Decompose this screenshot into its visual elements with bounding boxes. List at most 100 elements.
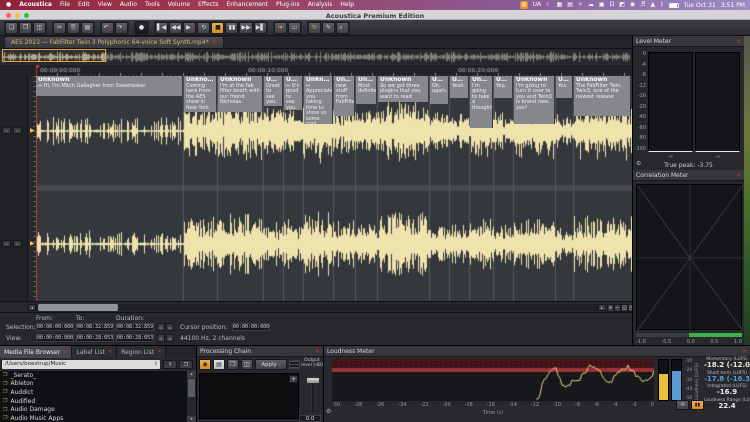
loudness-reset-button[interactable]: ⟲ [676,400,689,410]
go-to-end-button[interactable]: ▶▌ [254,22,267,34]
chain-open-button[interactable]: ❒ [227,359,239,370]
channel2-insert-marker[interactable]: ▶ [30,241,35,247]
view-snap-button[interactable]: ◇ [157,334,165,342]
apple-menu-icon[interactable]: ● [6,0,11,10]
transcript-segment[interactable]: UnknownYep. [494,76,513,98]
apply-button[interactable]: Apply ▾ [255,359,287,370]
file-scroll-thumb[interactable] [188,379,195,397]
menu-tools[interactable]: Tools [145,0,160,10]
transcript-segment[interactable]: UnknownComing here from the AES show in … [184,76,217,112]
selection-snap-button[interactable]: ◇ [157,323,165,331]
file-list-item[interactable]: ❐Auddict [0,388,187,397]
zoom-tool-button[interactable]: ⌕▾ [336,22,349,34]
browse-folder-button[interactable]: ❒ [179,360,193,369]
volume-icon[interactable]: ♬ [640,1,645,9]
stop-button[interactable]: ■ [211,22,224,34]
color-app-icon[interactable]: ◩ [619,1,625,9]
close-tab-icon[interactable]: ✕ [212,39,217,46]
scroll-right-button[interactable]: ▸ [598,304,606,311]
rewind-button[interactable]: ◀◀ [169,22,182,34]
view-from-field[interactable]: 00:00:00:000 [36,334,74,342]
tab-label-list[interactable]: Label List✕ [72,346,117,358]
document-tab[interactable]: AES 2023 — FabFilter Twin 3 Polyphonic 6… [4,36,224,48]
selection-to-field[interactable]: 00:08:32:859 [76,323,114,331]
chain-new-button[interactable]: ▤ [213,359,225,370]
transcript-segment[interactable]: UnknownOh, again. [430,76,449,104]
file-scroll-down-button[interactable]: ▾ [187,416,196,422]
output-level-slider-handle[interactable] [306,377,320,384]
menu-effects[interactable]: Effects [198,0,218,10]
paste-button[interactable]: ▤ [81,22,94,34]
loop-toggle-button[interactable]: ↻ [308,22,321,34]
menu-acoustica[interactable]: Acoustica [19,0,52,10]
transcript-segment[interactable]: Unknown↦ Hi, I'm Mitch Gallagher from Sw… [36,76,183,96]
zoom-in-button[interactable]: + [607,304,614,312]
view-duration-field[interactable]: 00:00:28:653 [116,334,154,342]
add-effect-button[interactable]: + [289,375,298,383]
go-to-start-button[interactable]: ▌◀ [155,22,168,34]
chain-slots-area[interactable] [199,373,299,419]
cut-button[interactable]: ✂ [53,22,66,34]
file-list-item[interactable]: ❐Audio Music Apps [0,414,187,422]
forward-button[interactable]: ▶▶ [239,22,252,34]
new-file-button[interactable]: ❏ [5,22,18,34]
meet-app-icon[interactable]: ◉ [630,1,635,9]
save-button[interactable]: ◫ [33,22,46,34]
tab-media-file-browser[interactable]: Media File Browser✕ [0,346,72,358]
file-list-item[interactable]: ❐_Serato_ [0,371,187,380]
record-button[interactable]: ● [135,22,148,34]
selection-duration-field[interactable]: 00:08:32:859 [116,323,154,331]
transcript-segment[interactable]: UnknownI'm at the fab filter booth with … [218,76,263,112]
pause-button[interactable]: ▮▮ [225,22,238,34]
close-processing-chain-icon[interactable]: ✕ [315,346,320,357]
draw-tool-button[interactable]: ✎ [322,22,335,34]
close-loudness-meter-icon[interactable]: ✕ [742,346,747,357]
selection-from-field[interactable]: 00:00:00:000 [36,323,74,331]
transcript-segment[interactable]: UnknownYes. [556,76,573,98]
menu-analysis[interactable]: Analysis [308,0,333,10]
transcript-segment[interactable]: UnknownI'm going to take a thought. [470,76,493,128]
transcript-segment[interactable]: Unknown↦ Appreciate you taking time to s… [304,76,333,124]
channel1-solo-button[interactable]: ▫ [13,127,22,134]
display-mode-button[interactable]: ▭ [288,22,301,34]
bluetooth-icon[interactable]: ᛒ [660,1,664,9]
apply-dropdown-icon[interactable]: ▾ [279,362,281,367]
transcript-segment[interactable]: Unknown↦ It's good to see you. [284,76,303,110]
close-tab-icon[interactable]: ✕ [108,349,112,355]
moon-icon[interactable]: ☾ [546,1,551,9]
menu-file[interactable]: File [60,0,70,10]
menu-view[interactable]: View [98,0,112,10]
play-button[interactable]: ▶▾ [183,22,196,34]
eject-icon[interactable]: ▲ [651,1,656,9]
file-list-item[interactable]: ❐Audified [0,397,187,406]
scrollbar-track[interactable] [36,304,598,311]
transcript-segment[interactable]: UnknownSo we got three plugins that you … [378,76,429,102]
overview-strip[interactable] [0,49,632,63]
zoom-out-button[interactable]: − [614,304,621,312]
menu-plugins[interactable]: Plug-ins [276,0,300,10]
channel2-mute-button[interactable]: ▫ [2,240,11,247]
dropdown-arrow-icon[interactable]: ▾ [192,25,194,30]
file-list-item[interactable]: ❐Audio Damage [0,405,187,414]
menu-help[interactable]: Help [340,0,354,10]
transcript-segment[interactable]: UnknownYeah. [450,76,469,98]
path-dropdown[interactable]: /Users/boestrup/Music ⇕ [2,360,160,369]
transcript-segment[interactable]: UnknownThe FabFilter Twin, Twin3, one of… [574,76,631,116]
selection-lock-button[interactable]: ▫ [166,323,174,331]
menu-volume[interactable]: Volume [168,0,190,10]
cloud-icon[interactable]: ☁ [588,1,594,9]
redo-button[interactable]: ↷▾ [115,22,128,34]
keyboard-icon[interactable]: ▦ [557,1,563,9]
loudness-pause-button[interactable]: ▮▮ [691,400,704,410]
close-tab-icon[interactable]: ✕ [157,349,161,355]
menu-audio[interactable]: Audio [120,0,137,10]
dropdown-arrow-icon[interactable]: ▾ [344,25,346,30]
file-list-item[interactable]: ❐Ableton [0,380,187,389]
open-file-button[interactable]: ❐ [19,22,32,34]
undo-button[interactable]: ↶▾ [101,22,114,34]
clipboard-icon[interactable]: ▤ [567,1,573,9]
parent-folder-button[interactable]: ↑ [163,360,177,369]
view-lock-button[interactable]: ▫ [166,334,174,342]
channel1-insert-marker[interactable]: ▶ [30,128,35,134]
file-scroll-up-button[interactable]: ▴ [187,371,196,378]
